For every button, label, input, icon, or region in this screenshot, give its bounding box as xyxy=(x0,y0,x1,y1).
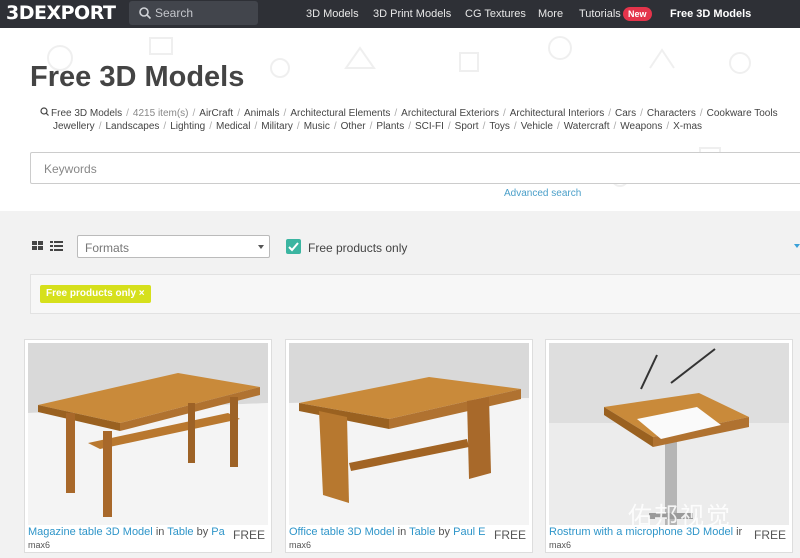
product-card[interactable]: Office table 3D Model in Table by Paul E… xyxy=(285,339,533,553)
category-link[interactable]: Animals xyxy=(244,108,280,119)
category-link[interactable]: Plants xyxy=(376,121,404,132)
search-placeholder: Search xyxy=(155,6,194,20)
separator: / xyxy=(369,121,373,132)
separator: / xyxy=(482,121,486,132)
product-title[interactable]: Magazine table 3D Model in Table by Pa xyxy=(28,526,228,538)
product-format: max6 xyxy=(289,540,312,550)
separator: / xyxy=(513,121,517,132)
separator: / xyxy=(447,121,451,132)
category-links-row-2: Jewellery / Landscapes / Lighting / Medical / Mi… xyxy=(53,121,702,132)
separator: / xyxy=(556,121,560,132)
site-logo[interactable]: 3DEXPORT xyxy=(6,2,116,24)
keywords-placeholder: Keywords xyxy=(44,162,97,176)
category-link[interactable]: Weapons xyxy=(620,121,662,132)
active-filter-chip[interactable]: Free products only × xyxy=(40,285,151,303)
separator: / xyxy=(699,108,703,119)
separator: / xyxy=(192,108,196,119)
nav-cg-textures[interactable]: CG Textures xyxy=(465,8,526,20)
category-link[interactable]: Architectural Elements xyxy=(290,108,390,119)
category-link[interactable]: Characters xyxy=(647,108,696,119)
page-title: Free 3D Models xyxy=(30,61,245,93)
search-icon xyxy=(139,7,152,20)
category-link[interactable]: Cars xyxy=(615,108,636,119)
separator: / xyxy=(608,108,612,119)
watermark-text: 佑邦视觉 xyxy=(628,502,732,530)
nav-3d-print-models[interactable]: 3D Print Models xyxy=(373,8,451,20)
separator: / xyxy=(237,108,240,119)
keywords-input[interactable]: Keywords xyxy=(30,152,800,184)
category-link[interactable]: Medical xyxy=(216,121,250,132)
product-price: FREE xyxy=(753,528,786,542)
separator: / xyxy=(254,121,258,132)
top-navigation-bar: 3DEXPORT Search 3D Models 3D Print Model… xyxy=(0,0,800,28)
search-small-icon xyxy=(40,107,49,116)
separator: / xyxy=(98,121,102,132)
separator: / xyxy=(613,121,617,132)
category-link[interactable]: Toys xyxy=(489,121,510,132)
search-input[interactable]: Search xyxy=(129,1,258,25)
nav-3d-models[interactable]: 3D Models xyxy=(306,8,359,20)
separator: / xyxy=(333,121,337,132)
product-image[interactable] xyxy=(289,343,529,525)
separator: / xyxy=(296,121,300,132)
chevron-down-icon xyxy=(258,245,264,249)
category-link[interactable]: X-mas xyxy=(673,121,702,132)
category-link[interactable]: SCI-FI xyxy=(415,121,444,132)
separator: / xyxy=(209,121,212,132)
separator: / xyxy=(502,108,506,119)
product-price: FREE xyxy=(493,528,526,542)
category-link[interactable]: Sport xyxy=(455,121,479,132)
product-format: max6 xyxy=(28,540,51,550)
view-toggle xyxy=(32,241,63,251)
hero-section: Free 3D Models Free 3D Models/4215 item(… xyxy=(0,28,800,211)
product-card[interactable]: Magazine table 3D Model in Table by Pa m… xyxy=(24,339,272,553)
category-link[interactable]: Architectural Interiors xyxy=(510,108,604,119)
category-link[interactable]: Jewellery xyxy=(53,121,95,132)
product-format: max6 xyxy=(549,540,572,550)
magazine-table-render xyxy=(28,343,268,525)
formats-label: Formats xyxy=(85,241,130,255)
formats-select[interactable]: Formats xyxy=(77,235,270,258)
product-image[interactable] xyxy=(28,343,268,525)
separator: / xyxy=(163,121,167,132)
category-link[interactable]: AirCraft xyxy=(199,108,233,119)
nav-more[interactable]: More xyxy=(538,8,563,20)
category-link[interactable]: Lighting xyxy=(170,121,205,132)
checkmark-icon xyxy=(288,242,299,252)
category-links-row-1: Free 3D Models/4215 item(s) / AirCraft / Ani… xyxy=(40,107,778,119)
product-price: FREE xyxy=(232,528,265,542)
free-only-checkbox[interactable] xyxy=(286,239,301,254)
separator: / xyxy=(408,121,411,132)
category-link[interactable]: Military xyxy=(261,121,293,132)
new-badge: New xyxy=(623,7,652,21)
separator: / xyxy=(666,121,670,132)
category-link[interactable]: Music xyxy=(304,121,330,132)
category-link[interactable]: Cookware Tools xyxy=(707,108,778,119)
category-link[interactable]: Landscapes xyxy=(105,121,159,132)
item-count: 4215 item(s) xyxy=(132,108,189,119)
sort-chevron-icon[interactable] xyxy=(794,244,800,248)
separator: / xyxy=(283,108,287,119)
separator: / xyxy=(394,108,398,119)
product-title[interactable]: Office table 3D Model in Table by Paul E xyxy=(289,526,489,538)
nav-free-3d-models[interactable]: Free 3D Models xyxy=(670,8,751,20)
advanced-search-link[interactable]: Advanced search xyxy=(504,188,581,199)
breadcrumb-root[interactable]: Free 3D Models xyxy=(51,108,122,119)
category-link[interactable]: Watercraft xyxy=(564,121,610,132)
list-view-icon[interactable] xyxy=(50,241,63,251)
category-link[interactable]: Vehicle xyxy=(521,121,553,132)
separator: / xyxy=(640,108,643,119)
nav-tutorials[interactable]: Tutorials xyxy=(579,8,621,20)
grid-view-icon[interactable] xyxy=(32,241,43,250)
free-only-label[interactable]: Free products only xyxy=(308,241,407,255)
separator: / xyxy=(126,108,129,119)
category-link[interactable]: Architectural Exteriors xyxy=(401,108,499,119)
category-link[interactable]: Other xyxy=(341,121,366,132)
office-table-render xyxy=(289,343,529,525)
